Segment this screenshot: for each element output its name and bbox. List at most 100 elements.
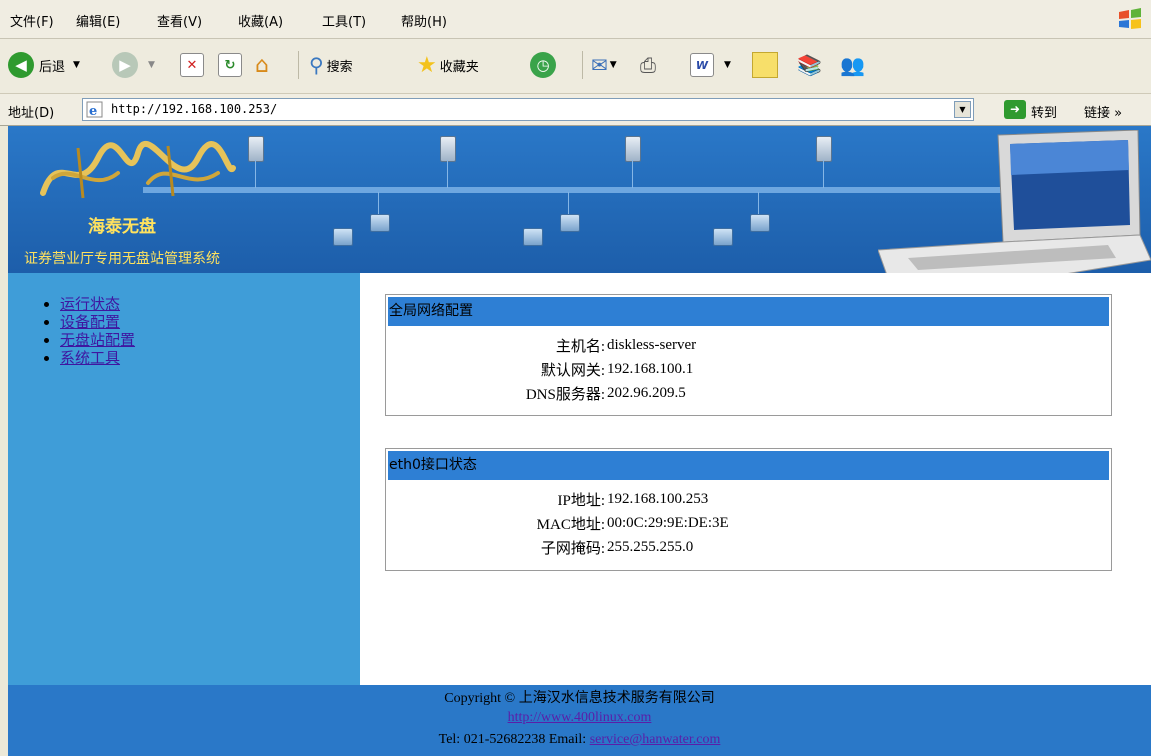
print-icon: ⎙ [640, 53, 656, 77]
server-icon [625, 136, 641, 162]
website-line: http://www.400linux.com [8, 710, 1151, 726]
chevron-down-icon: ▼ [148, 60, 155, 70]
go-button[interactable]: 转到 [1031, 102, 1057, 121]
history-icon: ◷ [530, 52, 556, 78]
refresh-icon: ↻ [218, 53, 242, 77]
info-row: 主机名: diskless-server [386, 333, 1111, 357]
menu-help[interactable]: 帮助(H) [401, 11, 447, 30]
messenger-button[interactable]: 👥 [840, 51, 865, 79]
network-link [632, 160, 633, 188]
copyright-text: Copyright © 上海汉水信息技术服务有限公司 [444, 691, 715, 706]
sidebar-item-device-config: 设备配置 [60, 313, 135, 331]
email-link[interactable]: service@hanwater.com [590, 732, 721, 747]
note-icon [752, 52, 778, 78]
netmask-value: 255.255.255.0 [607, 538, 694, 555]
refresh-button[interactable]: ↻ [218, 51, 242, 79]
laptop-image [878, 130, 1151, 273]
address-dropdown-icon[interactable]: ▼ [954, 101, 971, 118]
info-row: IP地址: 192.168.100.253 [386, 487, 1111, 511]
workstation-icon [560, 214, 580, 232]
menu-file[interactable]: 文件(F) [10, 11, 54, 30]
brand-name: 海泰无盘 [88, 217, 156, 237]
gateway-value: 192.168.100.1 [607, 360, 694, 377]
print-button[interactable]: ⎙ [640, 51, 656, 79]
mac-value: 00:0C:29:9E:DE:3E [607, 514, 729, 531]
network-link [823, 160, 824, 188]
research-button[interactable]: 📚 [797, 51, 822, 79]
sidebar-link-status[interactable]: 运行状态 [60, 295, 120, 313]
home-icon: ⌂ [255, 52, 269, 78]
sidebar-link-workstation-config[interactable]: 无盘站配置 [60, 331, 135, 349]
sidebar-nav: 运行状态 设备配置 无盘站配置 系统工具 [8, 273, 360, 685]
favorites-label: 收藏夹 [439, 59, 479, 75]
info-row: DNS服务器: 202.96.209.5 [386, 381, 1111, 405]
go-arrow-icon[interactable]: ➜ [1004, 100, 1026, 119]
mac-label: MAC地址: [536, 516, 605, 533]
search-label: 搜索 [326, 59, 353, 75]
discuss-button[interactable] [752, 51, 778, 79]
panel-title: 全局网络配置 [388, 297, 1109, 326]
panel-title: eth0接口状态 [388, 451, 1109, 480]
menu-edit[interactable]: 编辑(E) [76, 11, 120, 30]
edit-button[interactable]: W ▼ [690, 51, 731, 79]
svg-text:e: e [89, 104, 97, 118]
menu-favorites[interactable]: 收藏(A) [238, 11, 283, 30]
info-row: 默认网关: 192.168.100.1 [386, 357, 1111, 381]
calligraphy-logo [38, 138, 238, 219]
search-button[interactable]: ⚲ 搜索 [298, 51, 353, 79]
sidebar-item-status: 运行状态 [60, 295, 135, 313]
sidebar-link-device-config[interactable]: 设备配置 [60, 313, 120, 331]
home-button[interactable]: ⌂ [255, 51, 269, 79]
brand-slogan: 证券营业厅专用无盘站管理系统 [24, 251, 220, 267]
address-input[interactable]: e http://192.168.100.253/ ▼ [82, 98, 974, 121]
sidebar-link-system-tools[interactable]: 系统工具 [60, 349, 120, 367]
page-footer: Copyright © 上海汉水信息技术服务有限公司 http://www.40… [8, 685, 1151, 756]
chevron-down-icon: ▼ [609, 60, 617, 70]
contact-line: Tel: 021-52682238 Email: service@hanwate… [8, 732, 1151, 748]
main-content: 全局网络配置 主机名: diskless-server 默认网关: 192.168.… [360, 273, 1151, 685]
sidebar-item-workstation-config: 无盘站配置 [60, 331, 135, 349]
netmask-label: 子网掩码: [540, 540, 605, 557]
website-link[interactable]: http://www.400linux.com [508, 710, 652, 725]
hostname-value: diskless-server [607, 336, 697, 353]
windows-logo-icon [1119, 8, 1141, 29]
star-icon: ★ [417, 52, 437, 78]
address-url[interactable]: http://192.168.100.253/ [111, 102, 277, 116]
menu-tools[interactable]: 工具(T) [322, 11, 366, 30]
sidebar-item-system-tools: 系统工具 [60, 349, 135, 367]
ip-value: 192.168.100.253 [607, 490, 709, 507]
workstation-icon [523, 228, 543, 246]
address-label: 地址(D) [8, 106, 55, 121]
workstation-icon [333, 228, 353, 246]
server-icon [248, 136, 264, 162]
workstation-icon [713, 228, 733, 246]
global-network-panel: 全局网络配置 主机名: diskless-server 默认网关: 192.168.… [385, 294, 1112, 416]
mail-icon: ✉ [591, 53, 608, 77]
toolbar: ◀ 后退 ▼ ▶ ▼ ✕ ↻ ⌂ ⚲ 搜索 ★ 收藏夹 ◷ ✉ ▼ ⎙ W ▼ … [0, 39, 1151, 94]
search-icon: ⚲ [309, 53, 324, 77]
workstation-icon [370, 214, 390, 232]
address-bar: 地址(D) e http://192.168.100.253/ ▼ ➜ 转到 链… [0, 94, 1151, 126]
eth0-status-panel: eth0接口状态 IP地址: 192.168.100.253 MAC地址: 00:0… [385, 448, 1112, 571]
dns-label: DNS服务器: [525, 386, 605, 403]
gateway-label: 默认网关: [540, 362, 605, 379]
favorites-button[interactable]: ★ 收藏夹 [417, 51, 479, 79]
calligraphy-logo-art [40, 141, 236, 199]
menu-view[interactable]: 查看(V) [157, 11, 202, 30]
back-button[interactable]: ◀ 后退 ▼ [8, 51, 80, 79]
history-button[interactable]: ◷ [530, 51, 556, 79]
forward-button[interactable]: ▶ ▼ [112, 51, 155, 79]
ie-page-icon: e [86, 101, 103, 118]
forward-arrow-icon: ▶ [112, 52, 138, 78]
mail-button[interactable]: ✉ ▼ [582, 51, 617, 79]
nav-list: 运行状态 设备配置 无盘站配置 系统工具 [60, 295, 135, 367]
back-label: 后退 [39, 59, 66, 75]
chevron-down-icon: ▼ [724, 60, 731, 70]
site-banner: 海泰无盘 证券营业厅专用无盘站管理系统 [8, 126, 1151, 273]
menu-bar: 文件(F) 编辑(E) 查看(V) 收藏(A) 工具(T) 帮助(H) [0, 0, 1151, 39]
info-row: MAC地址: 00:0C:29:9E:DE:3E [386, 511, 1111, 535]
research-icon: 📚 [797, 53, 822, 77]
network-link [447, 160, 448, 188]
links-button[interactable]: 链接 » [1084, 102, 1122, 121]
stop-button[interactable]: ✕ [180, 51, 204, 79]
